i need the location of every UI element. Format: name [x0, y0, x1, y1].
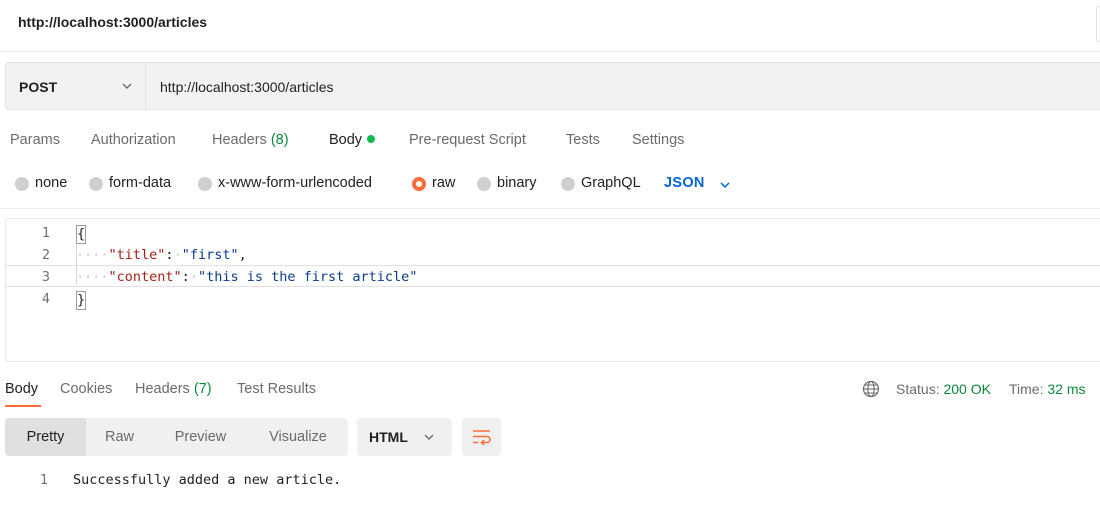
globe-icon[interactable]	[862, 380, 880, 398]
line-code: ····"title":·"first",	[76, 247, 247, 263]
tab-authorization-label: Authorization	[91, 132, 176, 148]
tab-settings-label: Settings	[632, 132, 685, 148]
resp-tab-cookies-label: Cookies	[60, 381, 113, 397]
line-code: {	[76, 225, 87, 244]
tab-pre-request-label: Pre-request Script	[409, 132, 526, 148]
editor-line-active: 3 ····"content":·"this is the first arti…	[6, 265, 1100, 287]
body-modified-dot-icon	[367, 135, 376, 143]
json-value: "this is the first article"	[197, 269, 418, 285]
tab-tests-label: Tests	[566, 132, 600, 148]
resp-tab-test-results[interactable]: Test Results	[237, 381, 316, 397]
json-key: "content"	[108, 269, 182, 285]
line-code: }	[76, 291, 87, 310]
radio-urlencoded-dot	[198, 177, 212, 191]
request-title-bar: http://localhost:3000/articles	[0, 0, 1100, 52]
request-title[interactable]: http://localhost:3000/articles	[18, 14, 207, 30]
method-label: POST	[19, 79, 58, 95]
response-status[interactable]: Status: 200 OK	[896, 381, 991, 397]
resp-tab-body[interactable]: Body	[5, 381, 38, 397]
wrap-lines-icon	[473, 430, 491, 446]
response-view-modes: Pretty Raw Preview Visualize	[5, 418, 348, 456]
status-label: Status:	[896, 381, 940, 397]
line-number: 2	[41, 247, 50, 263]
tab-pre-request-script[interactable]: Pre-request Script	[409, 132, 526, 148]
response-body-line: 1 Successfully added a new article.	[0, 470, 1100, 492]
url-input[interactable]: http://localhost:3000/articles	[160, 79, 334, 95]
editor-line: 4 }	[6, 288, 1100, 310]
response-format-label: HTML	[369, 429, 408, 445]
tab-body[interactable]: Body	[329, 132, 376, 148]
editor-line: 2 ····"title":·"first",	[6, 244, 1100, 266]
section-divider	[0, 208, 1100, 209]
request-url-bar: POST http://localhost:3000/articles	[5, 62, 1100, 110]
editor-line: 1 {	[6, 222, 1100, 244]
resp-tab-headers[interactable]: Headers (7)	[135, 381, 212, 397]
tab-authorization[interactable]: Authorization	[91, 132, 176, 148]
tab-tests[interactable]: Tests	[566, 132, 600, 148]
tab-body-label: Body	[329, 132, 363, 148]
radio-raw-dot	[412, 177, 426, 191]
chevron-down-icon[interactable]	[719, 179, 731, 191]
line-number: 1	[39, 472, 48, 488]
json-comma: ,	[238, 247, 247, 263]
line-number: 1	[41, 225, 50, 241]
resp-tab-cookies[interactable]: Cookies	[60, 381, 112, 397]
close-brace: }	[76, 291, 87, 310]
radio-binary-dot	[477, 177, 491, 191]
wrap-lines-button[interactable]	[462, 418, 501, 456]
open-brace: {	[76, 225, 87, 244]
tab-headers[interactable]: Headers (8)	[212, 132, 289, 148]
radio-graphql-dot	[561, 177, 575, 191]
chevron-down-icon	[122, 83, 132, 89]
time-value: 32 ms	[1047, 381, 1086, 397]
view-visualize-button[interactable]: Visualize	[248, 418, 348, 456]
resp-tab-test-results-label: Test Results	[237, 381, 316, 397]
radio-binary-label: binary	[497, 175, 537, 191]
radio-form-data-label: form-data	[109, 175, 172, 191]
line-code: ····"content":·"this is the first articl…	[76, 269, 418, 285]
radio-urlencoded-label: x-www-form-urlencoded	[218, 175, 372, 191]
radio-raw-label: raw	[432, 175, 456, 191]
resp-tab-headers-count: (7)	[193, 381, 212, 397]
title-bar-edge	[1096, 6, 1100, 42]
json-value: "first"	[181, 247, 239, 263]
view-pretty-button[interactable]: Pretty	[5, 418, 86, 456]
response-body-text: Successfully added a new article.	[73, 472, 342, 488]
tab-headers-count: (8)	[270, 132, 289, 148]
radio-none-label: none	[35, 175, 68, 191]
tab-settings[interactable]: Settings	[632, 132, 684, 148]
request-tabs: Params Authorization Headers (8) Body Pr…	[0, 126, 1100, 156]
line-number: 3	[41, 269, 50, 285]
body-type-selector: none form-data x-www-form-urlencoded raw…	[0, 172, 1100, 196]
chevron-down-icon	[424, 434, 434, 440]
tab-params-label: Params	[10, 132, 60, 148]
resp-tab-active-underline	[5, 405, 41, 407]
radio-none-dot	[15, 177, 29, 191]
response-time[interactable]: Time: 32 ms	[1009, 381, 1086, 397]
line-number: 4	[41, 291, 50, 307]
json-key: "title"	[108, 247, 166, 263]
response-format-select[interactable]: HTML	[357, 418, 452, 456]
radio-form-data-dot	[89, 177, 103, 191]
tab-headers-label: Headers	[212, 132, 267, 148]
time-label: Time:	[1009, 381, 1044, 397]
response-tabs: Body Cookies Headers (7) Test Results St…	[0, 378, 1100, 408]
raw-format-select[interactable]: JSON	[664, 175, 705, 191]
method-select[interactable]: POST	[6, 63, 146, 109]
resp-tab-headers-label: Headers	[135, 381, 190, 397]
request-body-editor[interactable]: 1 { 2 ····"title":·"first", 3 ····"conte…	[5, 218, 1100, 362]
tab-params[interactable]: Params	[10, 132, 60, 148]
radio-graphql-label: GraphQL	[581, 175, 641, 191]
resp-tab-body-label: Body	[5, 381, 39, 397]
status-value: 200 OK	[943, 381, 991, 397]
view-raw-button[interactable]: Raw	[86, 418, 153, 456]
view-preview-button[interactable]: Preview	[153, 418, 248, 456]
